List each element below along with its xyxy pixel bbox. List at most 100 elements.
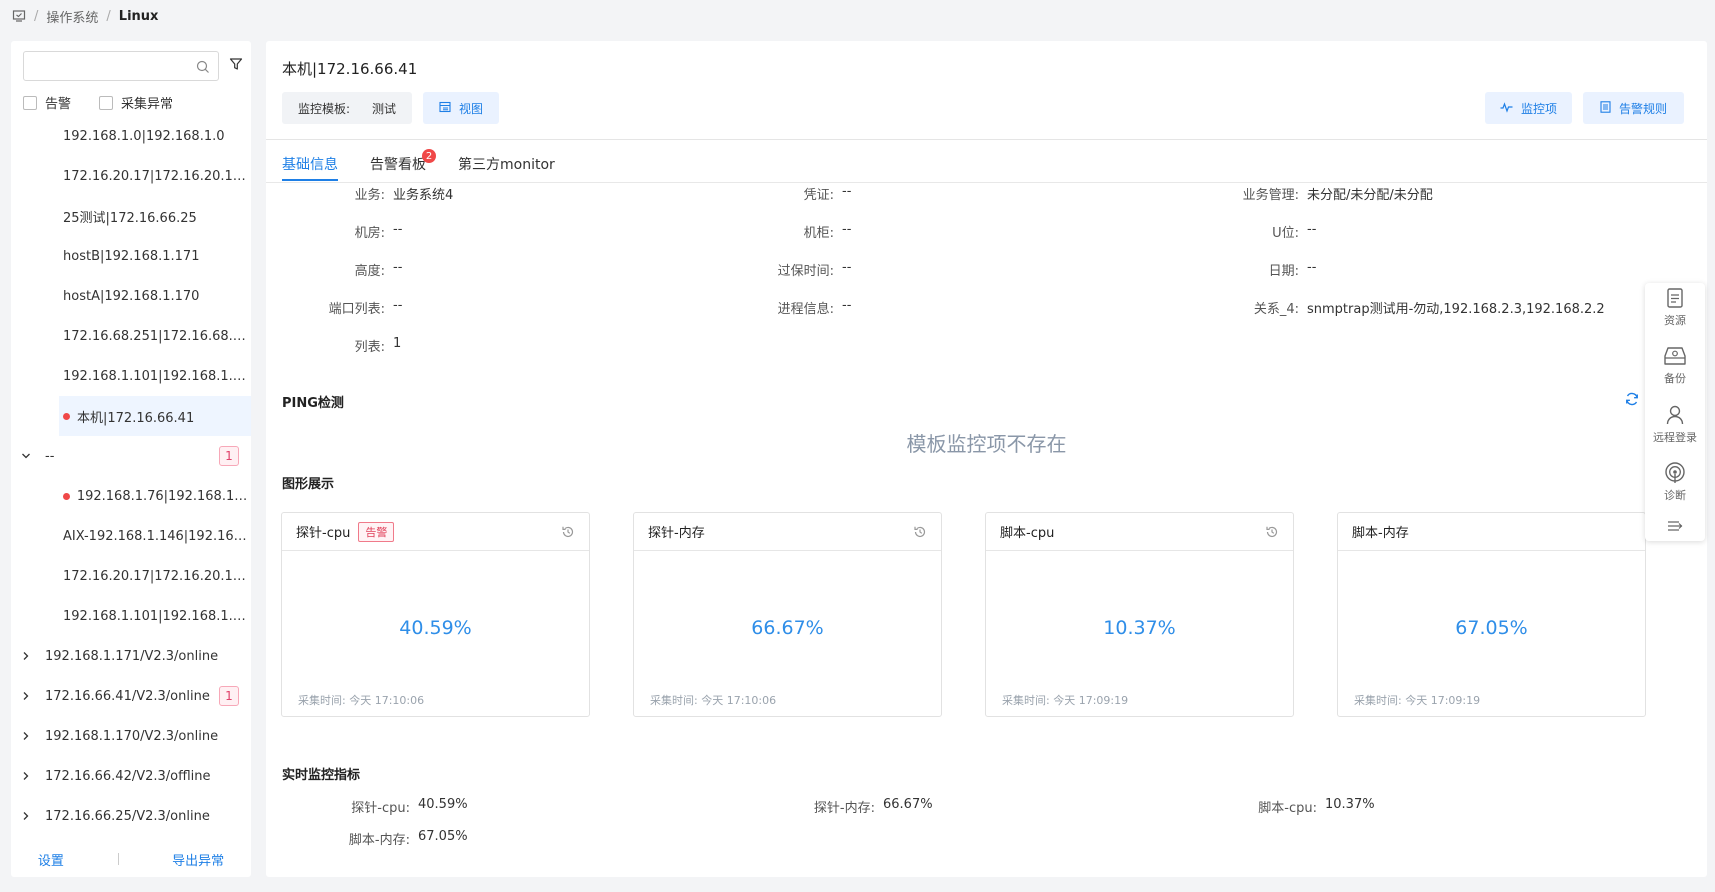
export-errors-link[interactable]: 导出异常 xyxy=(172,850,224,869)
settings-link[interactable]: 设置 xyxy=(38,850,64,869)
alarm-dot xyxy=(63,412,70,420)
tree-node-label: 本机|172.16.66.41 xyxy=(77,410,195,426)
alarm-rules-label: 告警规则 xyxy=(1618,101,1667,116)
graph-section-title: 图形展示 xyxy=(282,477,335,492)
chevron-right-icon[interactable] xyxy=(19,691,33,701)
chevron-right-icon[interactable] xyxy=(19,731,33,741)
info-value: -- xyxy=(842,260,852,275)
alarm-count-badge: 1 xyxy=(219,446,239,466)
chevron-right-icon[interactable] xyxy=(19,771,33,781)
backup-button[interactable]: 备份 xyxy=(1645,345,1705,386)
tab-third-party-monitor[interactable]: 第三方monitor xyxy=(458,154,555,174)
remote-login-label: 远程登录 xyxy=(1653,431,1697,444)
resource-button[interactable]: 资源 xyxy=(1645,287,1705,328)
chevron-right-icon[interactable] xyxy=(19,651,33,661)
tree-node[interactable]: 192.168.1.101|192.168.1.101 xyxy=(11,596,251,636)
collapse-icon xyxy=(1668,521,1683,531)
tree-node[interactable]: 172.16.20.17|172.16.20.17,172.16.20.17 xyxy=(11,156,251,196)
template-value: 测试 xyxy=(372,101,397,116)
info-height: 高度: -- xyxy=(282,260,403,279)
alarm-dot xyxy=(63,492,70,500)
tree-node[interactable]: 172.16.68.251|172.16.68.251 xyxy=(11,316,251,356)
tab-alarm-count-badge: 2 xyxy=(422,149,436,163)
filter-icon[interactable] xyxy=(229,57,243,75)
tree-node[interactable]: AIX-192.168.1.146|192.168.1.146 xyxy=(11,516,251,556)
tree-group[interactable]: 192.168.1.171/V2.3/online xyxy=(11,636,251,676)
search-icon[interactable] xyxy=(196,60,210,78)
view-button-label: 视图 xyxy=(458,101,483,116)
tree-group[interactable]: 172.16.66.41/V2.3/online 1 xyxy=(11,676,251,716)
pulse-icon xyxy=(1500,101,1513,116)
info-label: 业务管理: xyxy=(1242,188,1299,203)
chevron-right-icon[interactable] xyxy=(19,811,33,821)
disk-icon xyxy=(1664,347,1686,365)
tree-node[interactable]: hostB|192.168.1.171 xyxy=(11,236,251,276)
info-list: 列表: 1 xyxy=(282,336,402,355)
breadcrumb-item-current: Linux xyxy=(118,8,159,24)
tree-node-selected[interactable]: 本机|172.16.66.41 xyxy=(59,396,251,436)
metric-card-value: 40.59% xyxy=(399,617,472,639)
view-button[interactable]: 视图 xyxy=(423,92,499,124)
history-icon[interactable] xyxy=(1265,525,1279,543)
realtime-metric: 脚本-cpu: 10.37% xyxy=(1126,797,1375,816)
monitor-items-button[interactable]: 监控项 xyxy=(1485,92,1572,124)
floating-toolbar: 资源 备份 远程登录 诊断 xyxy=(1645,283,1705,541)
tab-alarm-board[interactable]: 告警看板 2 xyxy=(370,149,436,174)
metric-value: 10.37% xyxy=(1325,797,1375,812)
info-value: -- xyxy=(393,298,403,313)
tree-group[interactable]: 192.168.1.170/V2.3/online xyxy=(11,716,251,756)
tree-node[interactable]: hostA|192.168.1.170 xyxy=(11,276,251,316)
metric-card-header: 脚本-内存 xyxy=(1338,513,1645,551)
info-label: 过保时间: xyxy=(777,264,834,279)
detail-tabs: 基础信息 告警看板 2 第三方monitor xyxy=(266,139,1707,183)
realtime-section-title: 实时监控指标 xyxy=(282,768,361,783)
tree-node[interactable]: 172.16.20.17|172.16.20.17,172.16.20.17 xyxy=(11,556,251,596)
alarm-tag: 告警 xyxy=(358,521,395,542)
refresh-icon[interactable] xyxy=(1624,391,1640,411)
metric-card-title: 探针-内存 xyxy=(648,526,705,541)
info-value: -- xyxy=(393,222,403,237)
collapse-toolbar-button[interactable] xyxy=(1645,520,1705,535)
metric-value: 40.59% xyxy=(418,797,468,812)
tree-node[interactable]: 25测试|172.16.66.25 xyxy=(11,196,251,236)
tree-group[interactable]: 172.16.66.25/V2.3/online xyxy=(11,796,251,836)
alarm-checkbox[interactable]: 告警 xyxy=(23,93,71,112)
info-label: 高度: xyxy=(354,264,385,279)
home-icon[interactable] xyxy=(12,9,26,23)
tree-group[interactable]: 172.16.66.42/V2.3/offline xyxy=(11,756,251,796)
chevron-down-icon[interactable] xyxy=(19,451,33,461)
metric-card-value: 10.37% xyxy=(1103,617,1176,639)
collect-error-checkbox[interactable]: 采集异常 xyxy=(99,93,173,112)
info-value: snmptrap测试用-勿动,192.168.2.3,192.168.2.2 xyxy=(1307,302,1605,317)
info-value: 1 xyxy=(393,336,402,351)
info-label: 机柜: xyxy=(803,226,834,241)
metric-card-title: 探针-cpu xyxy=(296,526,351,541)
checkbox-box[interactable] xyxy=(99,95,114,110)
tree-node-label: AIX-192.168.1.146|192.168.1.146 xyxy=(63,528,248,544)
host-tree-panel: 告警 采集异常 192.168.1.0|192.168.1.0 172.16.2… xyxy=(11,41,251,877)
info-label: 进程信息: xyxy=(777,302,834,317)
breadcrumb-item-os[interactable]: 操作系统 xyxy=(46,7,98,26)
view-icon xyxy=(439,101,451,116)
history-icon[interactable] xyxy=(561,525,575,543)
checkbox-box[interactable] xyxy=(23,95,37,110)
history-icon[interactable] xyxy=(913,525,927,543)
tree-node[interactable]: 192.168.1.0|192.168.1.0 xyxy=(11,116,251,156)
remote-login-button[interactable]: 远程登录 xyxy=(1645,404,1705,445)
info-business: 业务: 业务系统4 xyxy=(282,184,454,203)
info-label: 端口列表: xyxy=(328,302,385,317)
alarm-rules-button[interactable]: 告警规则 xyxy=(1583,92,1684,124)
diagnose-button[interactable]: 诊断 xyxy=(1645,462,1705,503)
metric-card-header: 探针-cpu 告警 xyxy=(282,513,589,551)
tab-basic-info[interactable]: 基础信息 xyxy=(282,154,338,181)
tree-node[interactable]: 192.168.1.76|192.168.1.76 xyxy=(11,476,251,516)
tree-node-label: hostB|192.168.1.171 xyxy=(63,248,200,264)
metric-label: 探针-cpu: xyxy=(351,801,410,816)
tree-group[interactable]: -- 1 xyxy=(11,436,251,476)
resource-label: 资源 xyxy=(1664,314,1686,327)
user-icon xyxy=(1666,405,1684,425)
metric-card: 探针-内存 66.67% 采集时间: 今天 17:10:06 xyxy=(633,512,942,717)
metric-label: 脚本-内存: xyxy=(348,833,410,848)
tree-node[interactable]: 192.168.1.101|192.168.1.101 xyxy=(11,356,251,396)
search-input[interactable] xyxy=(24,52,218,80)
